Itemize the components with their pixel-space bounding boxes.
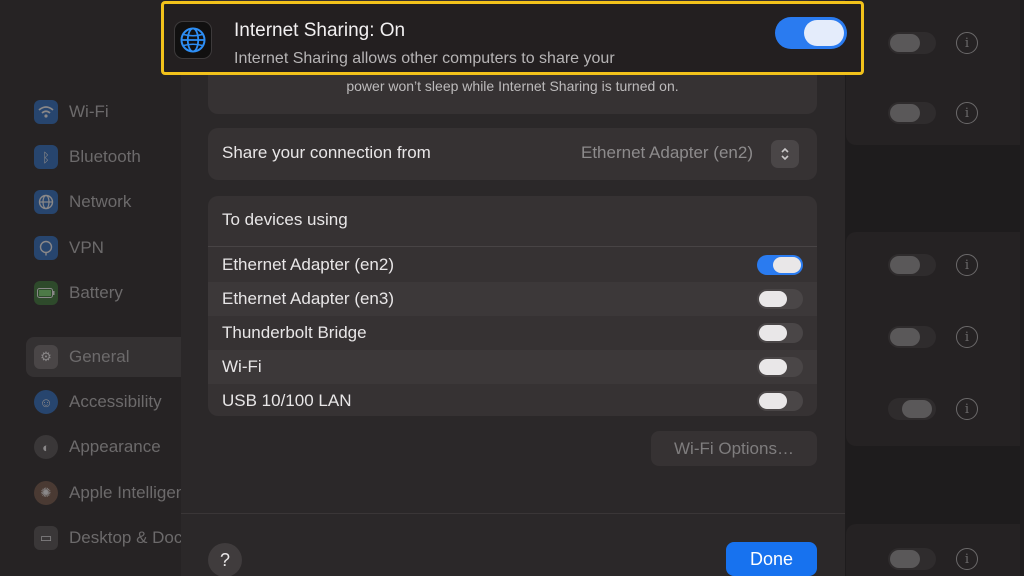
help-button[interactable]: ? xyxy=(208,543,242,576)
background-panel xyxy=(846,0,1020,145)
info-icon[interactable]: i xyxy=(956,254,978,276)
background-toggle[interactable] xyxy=(888,326,936,348)
device-toggle[interactable] xyxy=(757,357,803,377)
device-label: Ethernet Adapter (en3) xyxy=(222,289,395,308)
device-toggle[interactable] xyxy=(757,289,803,309)
page-title: Internet Sharing: On xyxy=(234,20,406,41)
device-label: Ethernet Adapter (en2) xyxy=(222,255,395,274)
device-label: Wi-Fi xyxy=(222,357,262,376)
info-icon[interactable]: i xyxy=(956,326,978,348)
done-button[interactable]: Done xyxy=(726,542,817,576)
wifi-options-button[interactable]: Wi-Fi Options… xyxy=(651,431,817,466)
apple-intelligence-icon: ✺ xyxy=(34,481,58,505)
gear-icon: ⚙ xyxy=(34,345,58,369)
device-toggle[interactable] xyxy=(757,323,803,343)
sidebar-item-vpn[interactable]: VPN xyxy=(26,228,186,268)
device-row-usb-lan: USB 10/100 LAN xyxy=(208,384,817,418)
sidebar-item-label: Wi-Fi xyxy=(69,102,109,121)
device-row-thunderbolt-bridge: Thunderbolt Bridge xyxy=(208,316,817,350)
sidebar-item-bluetooth[interactable]: ᛒ Bluetooth xyxy=(26,137,186,177)
divider xyxy=(208,246,817,247)
internet-sharing-header: Internet Sharing: On Internet Sharing al… xyxy=(161,1,864,75)
sidebar-item-label: Network xyxy=(69,192,132,211)
background-toggle[interactable] xyxy=(888,102,936,124)
sidebar-item-appearance[interactable]: ◐ Appearance xyxy=(26,427,186,467)
sidebar-item-accessibility[interactable]: ☺ Accessibility xyxy=(26,382,186,422)
vpn-icon xyxy=(34,236,58,260)
sidebar-item-apple-intelligence[interactable]: ✺ Apple Intelligence xyxy=(26,473,186,513)
sidebar-item-label: Accessibility xyxy=(69,392,162,411)
info-icon[interactable]: i xyxy=(956,102,978,124)
background-toggle[interactable] xyxy=(888,254,936,276)
device-toggle[interactable] xyxy=(757,391,803,411)
sidebar-item-general[interactable]: ⚙ General xyxy=(26,337,186,377)
footer-divider xyxy=(181,513,845,514)
share-from-label: Share your connection from xyxy=(222,143,431,162)
background-toggle[interactable] xyxy=(888,398,936,420)
info-icon[interactable]: i xyxy=(956,32,978,54)
sidebar-item-label: Desktop & Dock xyxy=(69,528,186,547)
device-label: Thunderbolt Bridge xyxy=(222,323,367,342)
chevron-up-down-icon[interactable] xyxy=(771,140,799,168)
sidebar-item-desktop-dock[interactable]: ▭ Desktop & Dock xyxy=(26,518,186,558)
device-row-ethernet-en2: Ethernet Adapter (en2) xyxy=(208,248,817,282)
share-from-row[interactable]: Share your connection from Ethernet Adap… xyxy=(208,128,817,180)
device-label: USB 10/100 LAN xyxy=(222,391,352,410)
page-subtitle: Internet Sharing allows other computers … xyxy=(234,50,615,67)
sidebar-item-label: General xyxy=(69,347,130,366)
devices-header: To devices using xyxy=(222,210,348,229)
battery-icon xyxy=(34,281,58,305)
device-row-wifi: Wi-Fi xyxy=(208,350,817,384)
sidebar-item-label: Appearance xyxy=(69,437,161,456)
device-row-ethernet-en3: Ethernet Adapter (en3) xyxy=(208,282,817,316)
bluetooth-icon: ᛒ xyxy=(34,145,58,169)
sidebar-item-label: Bluetooth xyxy=(69,147,141,166)
sidebar-item-label: VPN xyxy=(69,238,104,257)
device-toggle[interactable] xyxy=(757,255,803,275)
sidebar-item-wifi[interactable]: Wi-Fi xyxy=(26,92,186,132)
internet-sharing-sheet: power won’t sleep while Internet Sharing… xyxy=(181,0,845,576)
info-icon[interactable]: i xyxy=(956,398,978,420)
sidebar-item-network[interactable]: Network xyxy=(26,182,186,222)
share-from-value[interactable]: Ethernet Adapter (en2) xyxy=(581,143,753,163)
sidebar-item-battery[interactable]: Battery xyxy=(26,273,186,313)
sidebar-item-label: Apple Intelligence xyxy=(69,483,186,502)
background-toggle[interactable] xyxy=(888,32,936,54)
info-icon[interactable]: i xyxy=(956,548,978,570)
internet-sharing-toggle[interactable] xyxy=(775,17,847,49)
background-panel xyxy=(846,524,1020,576)
devices-card: To devices using Ethernet Adapter (en2) … xyxy=(208,196,817,416)
globe-icon xyxy=(174,21,212,59)
sleep-note: power won’t sleep while Internet Sharing… xyxy=(346,78,679,94)
globe-icon xyxy=(34,190,58,214)
appearance-icon: ◐ xyxy=(34,435,58,459)
sidebar: Wi-Fi ᛒ Bluetooth Network VPN Battery ⚙ xyxy=(0,0,186,576)
accessibility-icon: ☺ xyxy=(34,390,58,414)
wifi-icon xyxy=(34,100,58,124)
background-toggle[interactable] xyxy=(888,548,936,570)
sidebar-item-label: Battery xyxy=(69,283,123,302)
desktop-dock-icon: ▭ xyxy=(34,526,58,550)
